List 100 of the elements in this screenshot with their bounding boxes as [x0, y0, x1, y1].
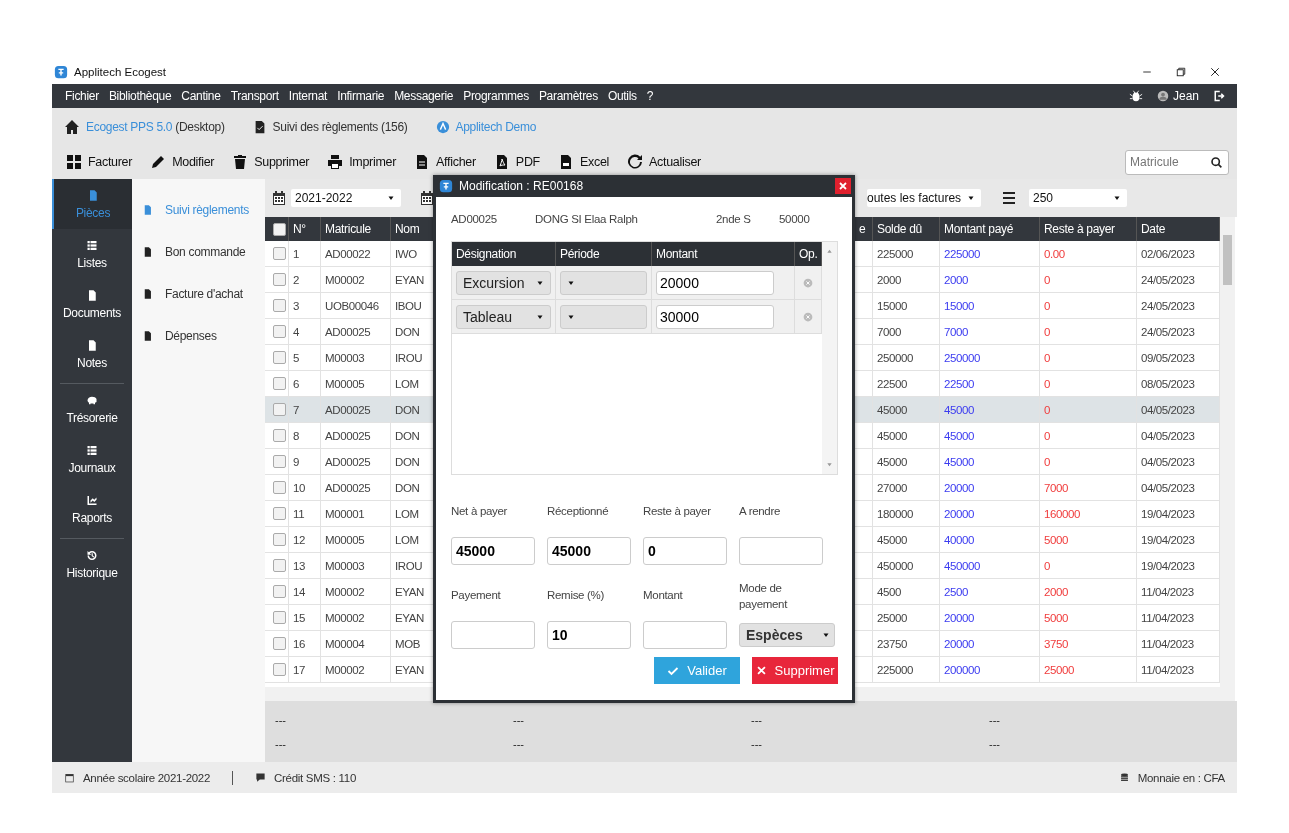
designation-select[interactable]: Excursion: [456, 270, 551, 295]
table-cell: 0: [1040, 423, 1137, 448]
row-checkbox[interactable]: [273, 299, 286, 312]
input-field[interactable]: 45000: [451, 537, 535, 565]
row-checkbox[interactable]: [273, 611, 286, 624]
row-checkbox[interactable]: [273, 377, 286, 390]
row-checkbox[interactable]: [273, 403, 286, 416]
column-header[interactable]: Montant payé: [940, 217, 1040, 241]
sidebar-item[interactable]: Raports: [60, 484, 124, 534]
table-cell: 450000: [940, 553, 1040, 578]
table-cell: 6: [289, 371, 321, 396]
row-checkbox[interactable]: [273, 533, 286, 546]
remove-icon: [803, 277, 813, 288]
amount-field[interactable]: 20000: [656, 270, 774, 295]
menu-item[interactable]: Fichier: [60, 89, 104, 103]
column-header[interactable]: Matricule: [321, 217, 391, 241]
sidebar-item[interactable]: Pièces: [52, 179, 132, 229]
page-size-select[interactable]: 250: [1029, 189, 1127, 207]
row-checkbox[interactable]: [273, 351, 286, 364]
menu-item[interactable]: ?: [641, 89, 659, 103]
toolbar-button[interactable]: Modifier: [150, 154, 215, 170]
document-icon: [86, 339, 98, 352]
tab[interactable]: Ecogest PPS 5.0 (Desktop): [86, 119, 225, 134]
document-icon: [142, 204, 153, 216]
designation-select[interactable]: Tableau: [456, 304, 551, 329]
scrollbar[interactable]: [1220, 217, 1235, 701]
column-header: Désignation: [456, 247, 517, 261]
year-select[interactable]: 2021-2022: [291, 189, 401, 207]
input-field[interactable]: 45000: [547, 537, 631, 565]
row-checkbox[interactable]: [273, 507, 286, 520]
sidebar-item[interactable]: Listes: [60, 229, 124, 279]
row-checkbox[interactable]: [273, 637, 286, 650]
user-name[interactable]: Jean: [1172, 89, 1199, 103]
table-cell: 45000: [873, 449, 940, 474]
summary-value: ---: [989, 713, 1000, 726]
tab[interactable]: Suivi des règlements (156): [272, 119, 408, 134]
menu-item[interactable]: Programmes: [458, 89, 534, 103]
scrollbar[interactable]: [822, 242, 837, 474]
row-checkbox[interactable]: [273, 663, 286, 676]
menu-item[interactable]: Internat: [283, 89, 333, 103]
table-cell: 20000: [940, 605, 1040, 630]
search-field[interactable]: Matricule: [1125, 149, 1229, 175]
menu-item[interactable]: Infirmarie: [332, 89, 390, 103]
table-cell: 23750: [873, 631, 940, 656]
sidebar-item[interactable]: Historique: [60, 539, 124, 589]
toolbar-button[interactable]: Actualiser: [627, 154, 701, 170]
column-header[interactable]: Reste à payer: [1040, 217, 1137, 241]
toolbar-button[interactable]: Afficher: [414, 154, 476, 170]
input-field[interactable]: [451, 621, 535, 649]
input-field[interactable]: [643, 621, 727, 649]
row-checkbox[interactable]: [273, 325, 286, 338]
row-checkbox[interactable]: [273, 273, 286, 286]
table-cell: 0: [1040, 319, 1137, 344]
delete-button[interactable]: Supprimer: [752, 657, 838, 684]
row-checkbox[interactable]: [273, 455, 286, 468]
subnav-item[interactable]: Facture d'achat: [132, 273, 265, 315]
toolbar-button[interactable]: PDF: [493, 154, 540, 170]
toolbar-button[interactable]: Imprimer: [327, 154, 397, 170]
subnav-item[interactable]: Dépenses: [132, 315, 265, 357]
input-field[interactable]: [739, 537, 823, 565]
sidebar-item[interactable]: Documents: [60, 279, 124, 329]
row-checkbox[interactable]: [273, 481, 286, 494]
scroll-down-icon: [826, 461, 833, 468]
table-cell: 25000: [873, 605, 940, 630]
sidebar-item[interactable]: Notes: [60, 329, 124, 379]
field-label: Montant: [643, 587, 683, 603]
select-all-checkbox[interactable]: [273, 222, 286, 236]
table-cell: 7: [289, 397, 321, 422]
amount-field[interactable]: 30000: [656, 304, 774, 329]
field-label: Net à payer: [451, 503, 508, 519]
toolbar-button[interactable]: Supprimer: [232, 154, 310, 170]
toolbar-button[interactable]: Facturer: [66, 154, 133, 170]
column-header[interactable]: Solde dû: [873, 217, 940, 241]
table-cell: M00002: [321, 605, 391, 630]
brand-logo-icon: [435, 119, 450, 134]
bug-icon: [1128, 89, 1143, 103]
input-field[interactable]: 10: [547, 621, 631, 649]
column-header[interactable]: N°: [289, 217, 321, 241]
sidebar-item[interactable]: Journaux: [60, 434, 124, 484]
payment-mode-select[interactable]: Espèces: [739, 623, 835, 647]
period-select[interactable]: [560, 270, 647, 295]
row-checkbox[interactable]: [273, 559, 286, 572]
toolbar-button[interactable]: Excel: [557, 154, 610, 170]
period-select[interactable]: [560, 304, 647, 329]
message-icon: [255, 772, 267, 783]
sidebar-item[interactable]: Trésorerie: [60, 384, 124, 434]
row-checkbox[interactable]: [273, 585, 286, 598]
close-button[interactable]: [835, 178, 851, 194]
menu-item[interactable]: Outils: [602, 89, 642, 103]
row-checkbox[interactable]: [273, 429, 286, 442]
row-checkbox[interactable]: [273, 247, 286, 260]
menu-item[interactable]: Messagerie: [389, 89, 459, 103]
menu-item[interactable]: Transport: [225, 89, 284, 103]
menu-item[interactable]: Cantine: [176, 89, 226, 103]
menu-item[interactable]: Paramètres: [533, 89, 603, 103]
table-cell: 8: [289, 423, 321, 448]
invoice-filter-select[interactable]: outes les factures: [867, 189, 981, 207]
subnav-item[interactable]: Bon commande: [132, 231, 265, 273]
menu-item[interactable]: Bibliothèque: [103, 89, 177, 103]
input-field[interactable]: 0: [643, 537, 727, 565]
